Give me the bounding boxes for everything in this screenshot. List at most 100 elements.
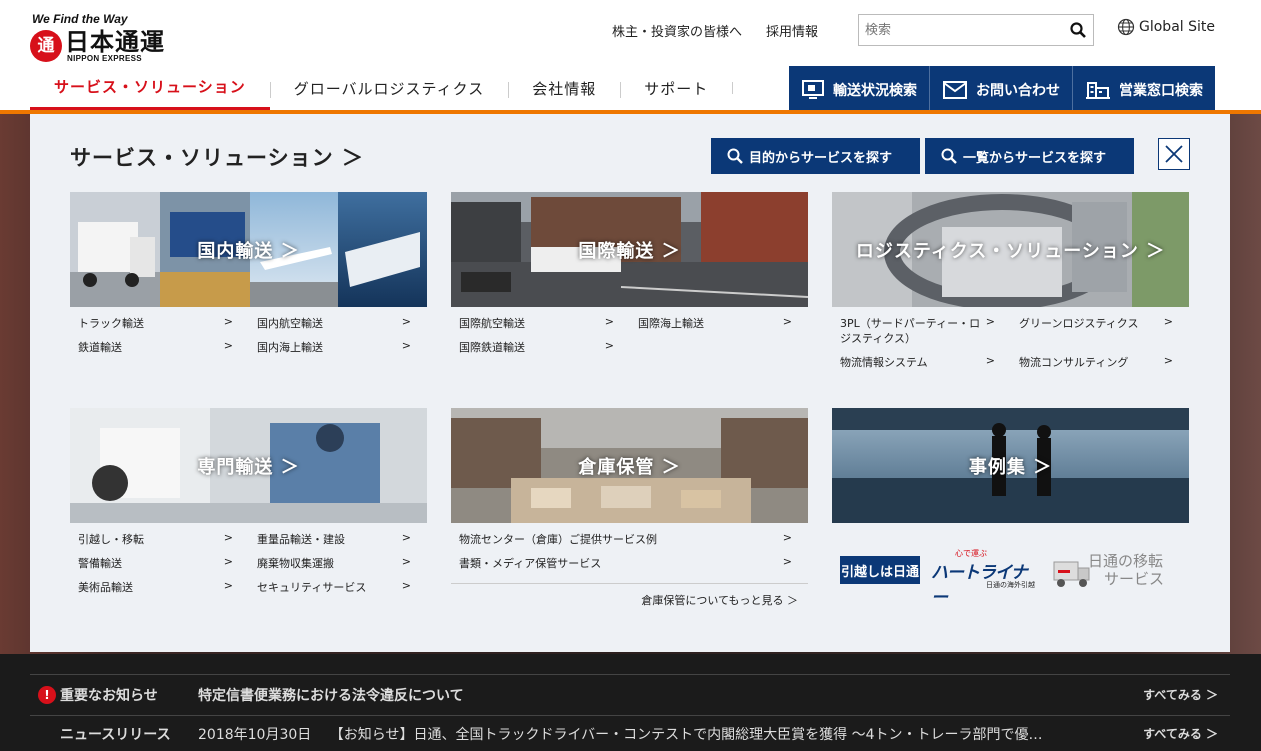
close-panel-button[interactable] [1158,138,1190,170]
link-domestic-air[interactable]: 国内航空輸送 [249,311,427,335]
services-mega-menu: サービス・ソリューション ＞ 目的からサービスを探す 一覧からサービスを探す 国… [30,114,1230,652]
domestic-title: 国内輸送 ＞ [197,240,300,262]
search-by-purpose-label: 目的からサービスを探す [749,150,893,166]
site-header: We Find the Way 通 日本通運 NIPPON EXPRESS 株主… [0,0,1261,113]
link-document-storage[interactable]: 書類・メディア保管サービス [451,551,808,575]
main-navigation: サービス・ソリューション グローバルロジスティクス 会社情報 サポート [30,66,734,110]
nav-divider [732,82,734,94]
logo-tagline: We Find the Way [32,12,128,26]
link-heavy-cargo[interactable]: 重量品輸送・建設 [249,527,427,551]
service-card-specialized: 専門輸送 ＞ 引越し・移転 重量品輸送・建設 警備輸送 廃棄物収集運搬 美術品輸… [70,408,427,599]
search-by-purpose-button[interactable]: 目的からサービスを探す [711,138,920,174]
logo-seal-icon: 通 [30,30,62,62]
case-studies-image[interactable]: 事例集 ＞ [832,408,1189,523]
link-waste-collection[interactable]: 廃棄物収集運搬 [249,551,427,575]
nav-services[interactable]: サービス・ソリューション [30,66,270,110]
investors-link[interactable]: 株主・投資家の皆様へ [612,21,742,40]
domestic-image[interactable]: 国内輸送 ＞ [70,192,427,307]
alert-icon: ! [38,685,56,704]
news-release-text: 【お知らせ】日通、全国トラックドライバー・コンテストで内閣総理大臣賞を獲得 ～4… [329,726,1043,743]
service-card-international: 国際輸送 ＞ 国際航空輸送 国際海上輸送 国際鉄道輸送 [451,192,808,359]
link-logistics-it[interactable]: 物流情報システム [832,350,1011,374]
office-search-button[interactable]: 営業窓口検索 [1072,66,1215,113]
link-distribution-center[interactable]: 物流センター（倉庫）ご提供サービス例 [451,527,808,551]
panel-title-link[interactable]: サービス・ソリューション ＞ [70,142,364,172]
warehouse-more-link[interactable]: 倉庫保管についてもっと見る ＞ [451,583,808,608]
important-notice-bar: ! 重要なお知らせ 特定信書便業務における法令違反について すべてみる ＞ [30,674,1230,714]
case-studies-title: 事例集 ＞ [968,456,1053,478]
specialized-links: 引越し・移転 重量品輸送・建設 警備輸送 廃棄物収集運搬 美術品輸送 セキュリテ… [70,527,427,599]
logistics-links: 3PL（サードパーティー・ロジスティクス） グリーンロジスティクス 物流情報シス… [832,311,1189,374]
link-green-logistics[interactable]: グリーンロジスティクス [1011,311,1189,350]
link-3pl[interactable]: 3PL（サードパーティー・ロジスティクス） [832,311,1011,350]
important-notice-text[interactable]: 特定信書便業務における法令違反について [198,685,1143,705]
search-icon [727,148,743,164]
search-input[interactable] [859,15,1059,45]
link-moving[interactable]: 引越し・移転 [70,527,249,551]
tracking-label: 輸送状況検索 [833,82,917,99]
logo-company-name: 日本通運 [65,28,165,56]
globe-icon [1117,18,1135,36]
company-logo[interactable]: We Find the Way 通 日本通運 NIPPON EXPRESS [30,12,175,64]
international-title: 国際輸送 ＞ [578,240,681,262]
link-intl-rail[interactable]: 国際鉄道輸送 [451,335,630,359]
search-by-list-button[interactable]: 一覧からサービスを探す [925,138,1134,174]
specialized-image[interactable]: 専門輸送 ＞ [70,408,427,523]
truck-monitor-icon [802,79,824,99]
nav-global-logistics[interactable]: グローバルロジスティクス [269,66,509,110]
link-domestic-sea[interactable]: 国内海上輸送 [249,335,427,359]
service-card-warehouse: 倉庫保管 ＞ 物流センター（倉庫）ご提供サービス例 書類・メディア保管サービス … [451,408,808,608]
international-image[interactable]: 国際輸送 ＞ [451,192,808,307]
warehouse-image[interactable]: 倉庫保管 ＞ [451,408,808,523]
warehouse-links: 物流センター（倉庫）ご提供サービス例 書類・メディア保管サービス [451,527,808,575]
contact-label: お問い合わせ [976,82,1060,99]
utility-links: 株主・投資家の皆様へ 採用情報 [612,19,842,41]
search-by-list-label: 一覧からサービスを探す [963,150,1107,166]
link-consulting[interactable]: 物流コンサルティング [1011,350,1189,374]
link-fine-art[interactable]: 美術品輸送 [70,575,249,599]
logistics-image[interactable]: ロジスティクス・ソリューション ＞ [832,192,1189,307]
news-release-item[interactable]: 2018年10月30日 【お知らせ】日通、全国トラックドライバー・コンテストで内… [198,724,1143,744]
nav-support[interactable]: サポート [620,66,732,110]
global-site-label: Global Site [1139,19,1215,35]
global-site-link[interactable]: Global Site [1117,18,1215,36]
service-card-domestic: 国内輸送 ＞ トラック輸送 国内航空輸送 鉄道輸送 国内海上輸送 [70,192,427,359]
heartliner-logo[interactable]: 心で運ぶ ハートライナー 日通の海外引越 [931,548,1041,608]
search-box [858,14,1094,46]
link-rail[interactable]: 鉄道輸送 [70,335,249,359]
close-icon [1165,145,1183,163]
logistics-title: ロジスティクス・ソリューション ＞ [855,240,1166,262]
quick-links: 輸送状況検索 お問い合わせ 営業窓口検索 [789,66,1215,113]
news-release-date: 2018年10月30日 [198,726,312,743]
search-icon[interactable] [1070,22,1086,38]
relocation-service-logo[interactable]: 日通の移転 サービス [1052,550,1182,590]
important-see-all-link[interactable]: すべてみる ＞ [1143,686,1230,703]
news-release-bar: ニュースリリース 2018年10月30日 【お知らせ】日通、全国トラックドライバ… [30,715,1230,751]
link-intl-sea[interactable]: 国際海上輸送 [630,311,808,335]
important-notice-label: ! 重要なお知らせ [30,685,198,705]
link-intl-air[interactable]: 国際航空輸送 [451,311,630,335]
building-icon [1086,81,1110,99]
news-see-all-link[interactable]: すべてみる ＞ [1143,725,1230,742]
link-security-service[interactable]: セキュリティサービス [249,575,427,599]
service-card-logistics: ロジスティクス・ソリューション ＞ 3PL（サードパーティー・ロジスティクス） … [832,192,1189,374]
news-release-label: ニュースリリース [60,726,171,743]
warehouse-title: 倉庫保管 ＞ [578,456,681,478]
heartliner-sub: 日通の海外引越 [986,581,1035,589]
search-icon [941,148,957,164]
link-security-transport[interactable]: 警備輸送 [70,551,249,575]
recruit-link[interactable]: 採用情報 [766,21,818,40]
nav-company-info[interactable]: 会社情報 [508,66,620,110]
logo-company-name-en: NIPPON EXPRESS [67,54,142,63]
mail-icon [943,80,967,99]
tracking-button[interactable]: 輸送状況検索 [789,66,929,113]
hikkoshi-nittsu-logo[interactable]: 引越しは日通 [840,556,920,584]
truck-icon [1053,561,1090,587]
important-notice-title: 重要なお知らせ [60,687,158,704]
service-card-case-studies: 事例集 ＞ [832,408,1189,523]
office-search-label: 営業窓口検索 [1119,82,1203,99]
contact-button[interactable]: お問い合わせ [929,66,1072,113]
domestic-links: トラック輸送 国内航空輸送 鉄道輸送 国内海上輸送 [70,311,427,359]
relocation-line2: サービス [1104,570,1165,588]
link-truck[interactable]: トラック輸送 [70,311,249,335]
